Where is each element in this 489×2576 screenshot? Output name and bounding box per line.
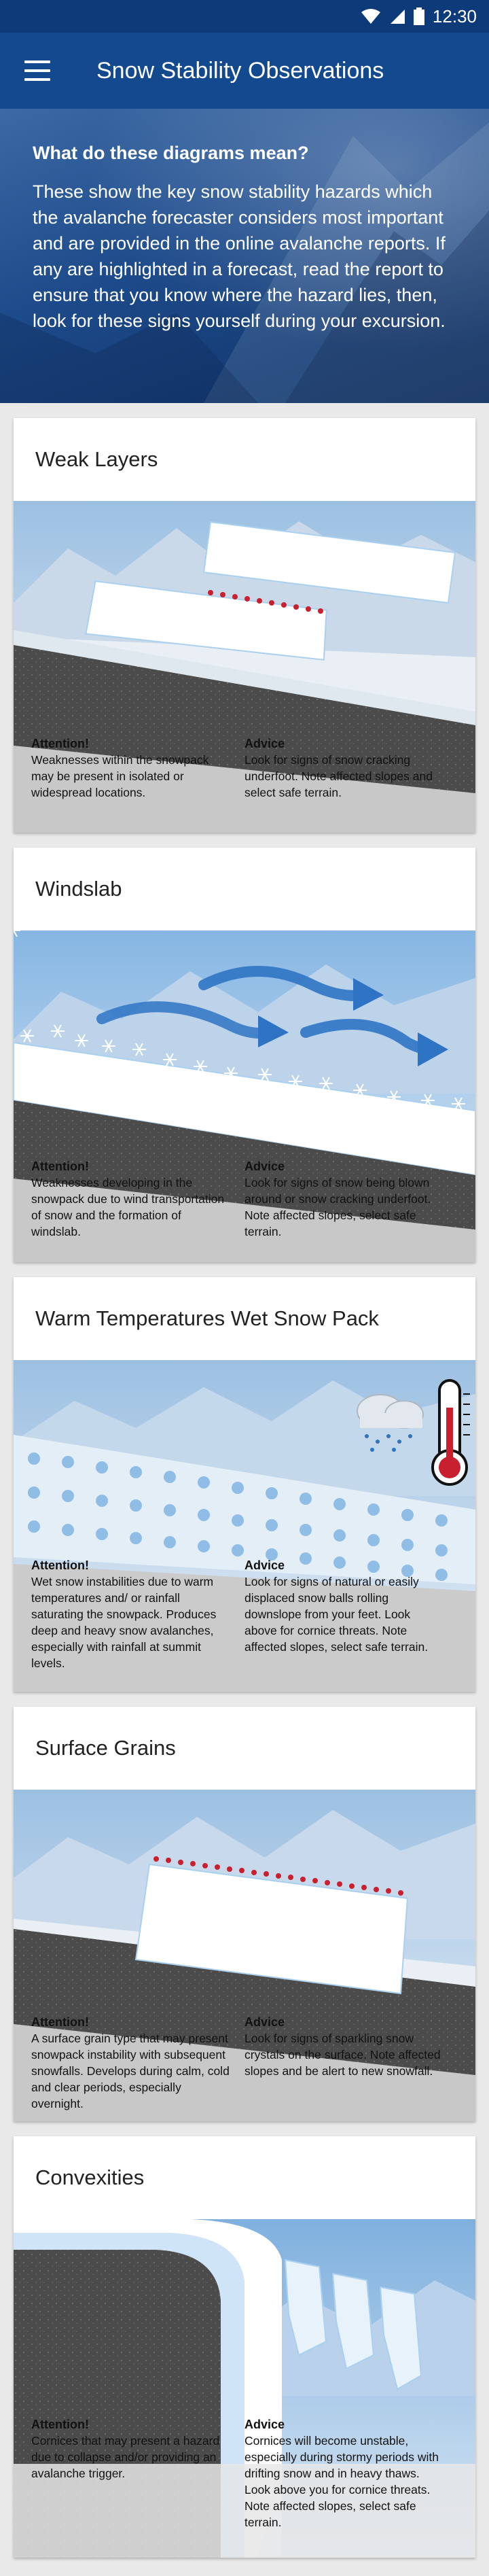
advice-text: Look for signs of natural or easily disp… bbox=[244, 1575, 429, 1654]
card-title: Weak Layers bbox=[35, 447, 158, 471]
intro-banner: What do these diagrams mean? These show … bbox=[0, 109, 489, 403]
battery-icon bbox=[413, 7, 424, 25]
card-windslab[interactable]: Windslab Attention! Weaknesses developin… bbox=[14, 848, 475, 1262]
signal-icon bbox=[390, 10, 405, 24]
attention-label: Attention! bbox=[31, 737, 89, 750]
card-title: Windslab bbox=[35, 877, 122, 901]
warm-temperatures-diagram: Attention! Wet snow instabilities due to … bbox=[14, 1360, 475, 1692]
card-surface-grains[interactable]: Surface Grains Attention! A surface grain… bbox=[14, 1707, 475, 2121]
weak-layers-diagram: Attention! Weaknesses within the snowpack… bbox=[14, 501, 475, 833]
info-panel: Attention! Weaknesses within the snowpack… bbox=[14, 735, 475, 801]
attention-text: Weaknesses within the snowpack may be pr… bbox=[31, 753, 209, 799]
advice-label: Advice bbox=[244, 2418, 285, 2431]
wifi-icon bbox=[361, 9, 380, 24]
advice-label: Advice bbox=[244, 2015, 285, 2029]
surface-grains-diagram: Attention! A surface grain type that may … bbox=[14, 1790, 475, 2121]
card-weak-layers[interactable]: Weak Layers Attention! Weaknesses within … bbox=[14, 418, 475, 833]
intro-body: These show the key snow stability hazard… bbox=[33, 181, 446, 331]
attention-label: Attention! bbox=[31, 1160, 89, 1173]
menu-icon[interactable] bbox=[24, 60, 50, 81]
intro-heading: What do these diagrams mean? bbox=[33, 143, 309, 163]
advice-text: Look for signs of snow cracking underfoo… bbox=[244, 753, 433, 799]
advice-label: Advice bbox=[244, 737, 285, 750]
advice-text: Look for signs of sparkling snow crystal… bbox=[244, 2032, 441, 2078]
windslab-diagram: Attention! Weaknesses developing in the s… bbox=[14, 930, 475, 1262]
attention-text: Cornices that may present a hazard due t… bbox=[31, 2434, 220, 2480]
attention-text: Wet snow instabilities due to warm tempe… bbox=[31, 1575, 217, 1670]
info-panel: Attention! Wet snow instabilities due to … bbox=[14, 1557, 475, 1671]
advice-text: Cornices will become unstable, especiall… bbox=[244, 2434, 439, 2529]
attention-text: Weaknesses developing in the snowpack du… bbox=[31, 1176, 225, 1238]
attention-label: Attention! bbox=[31, 2418, 89, 2431]
card-title: Warm Temperatures Wet Snow Pack bbox=[35, 1306, 379, 1330]
card-title: Convexities bbox=[35, 2165, 145, 2189]
app-bar: Snow Stability Observations bbox=[0, 33, 489, 109]
status-bar: 12:30 bbox=[0, 0, 489, 33]
card-title: Surface Grains bbox=[35, 1736, 176, 1760]
info-panel: Attention! A surface grain type that may … bbox=[14, 2014, 475, 2112]
page-title: Snow Stability Observations bbox=[96, 57, 384, 84]
attention-label: Attention! bbox=[31, 1559, 89, 1572]
attention-text: A surface grain type that may present sn… bbox=[31, 2032, 230, 2110]
attention-label: Attention! bbox=[31, 2015, 89, 2029]
card-convexities[interactable]: Convexities Attention! Cornices that may … bbox=[14, 2136, 475, 2558]
info-panel: Attention! Cornices that may present a ha… bbox=[14, 2416, 475, 2530]
info-panel: Attention! Weaknesses developing in the s… bbox=[14, 1158, 475, 1240]
card-warm-temperatures[interactable]: Warm Temperatures Wet Snow Pack Attentio… bbox=[14, 1277, 475, 1692]
convexities-diagram: Attention! Cornices that may present a ha… bbox=[14, 2219, 475, 2558]
advice-label: Advice bbox=[244, 1160, 285, 1173]
advice-label: Advice bbox=[244, 1559, 285, 1572]
advice-text: Look for signs of snow being blown aroun… bbox=[244, 1176, 431, 1238]
status-time: 12:30 bbox=[432, 5, 477, 27]
